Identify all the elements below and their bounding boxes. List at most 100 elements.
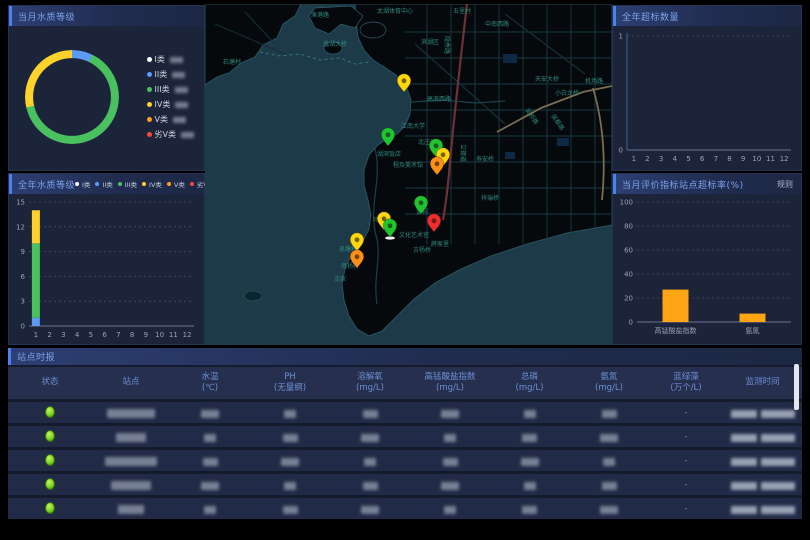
redacted-value <box>363 410 378 418</box>
map-place-label: 高浪西路 <box>427 95 451 103</box>
svg-text:4: 4 <box>673 155 678 163</box>
legend-item[interactable]: I类 <box>147 54 194 65</box>
col-temp: 水温(℃) <box>170 372 250 394</box>
redacted-value <box>524 482 536 490</box>
redacted-value <box>521 458 539 466</box>
cell-temp <box>170 499 250 518</box>
cell-tp <box>490 403 569 422</box>
panel-header: 全年水质等级 I类II类III类IV类V类劣V类 <box>9 174 204 194</box>
table-row[interactable]: - <box>8 402 802 423</box>
legend-label: 劣V类 <box>155 129 176 140</box>
svg-text:5: 5 <box>89 331 93 339</box>
map-place-label: 薛家里 <box>431 240 449 248</box>
cell-status <box>8 451 92 470</box>
svg-text:15: 15 <box>16 199 25 207</box>
svg-text:8: 8 <box>727 155 731 163</box>
cell-nh3n <box>569 499 649 518</box>
svg-text:1: 1 <box>34 331 38 339</box>
svg-text:9: 9 <box>741 155 745 163</box>
col-algae: 蓝绿藻(万个/L) <box>649 372 723 394</box>
cell-time <box>723 499 802 518</box>
map-place-label: 沈家 <box>334 275 346 283</box>
svg-text:1: 1 <box>632 155 636 163</box>
redacted-value <box>175 102 188 108</box>
cell-algae: - <box>649 456 723 465</box>
map-place-label: 程及美术馆 <box>393 161 423 169</box>
svg-text:6: 6 <box>21 273 26 281</box>
legend-item[interactable]: V类 <box>147 114 194 125</box>
col-do: 溶解氧(mg/L) <box>330 372 410 394</box>
map-patch <box>503 54 517 63</box>
map-place-label: 太湖体育中心 <box>377 7 413 15</box>
redacted-value <box>111 481 151 490</box>
redacted-value <box>170 57 183 63</box>
col-time: 监测时间 <box>723 377 802 388</box>
panel-year-quality: 全年水质等级 I类II类III类IV类V类劣V类 036912151234567… <box>8 173 205 345</box>
map-patch <box>505 152 515 159</box>
rules-link[interactable]: 规则 <box>777 179 793 190</box>
redacted-value <box>364 458 376 466</box>
svg-text:5: 5 <box>686 155 690 163</box>
legend-item[interactable]: IV类 <box>142 179 162 189</box>
table-row[interactable]: - <box>8 426 802 447</box>
redacted-value <box>602 410 617 418</box>
redacted-value <box>731 482 757 490</box>
legend-item[interactable]: III类 <box>118 179 137 189</box>
legend-item[interactable]: V类 <box>167 179 185 189</box>
status-dot-green <box>45 502 55 514</box>
col-tp: 总磷(mg/L) <box>490 372 569 394</box>
cell-do <box>330 427 410 446</box>
map-place-label: 隐秀路 <box>443 36 451 54</box>
redacted-value <box>107 409 155 418</box>
redacted-value <box>441 410 459 418</box>
legend-label: III类 <box>125 179 137 189</box>
legend-item[interactable]: 劣V类 <box>147 129 194 140</box>
legend-label: III类 <box>155 84 170 95</box>
legend-item[interactable]: IV类 <box>147 99 194 110</box>
table-row[interactable]: - <box>8 498 802 519</box>
map-place-label: 古杨桥 <box>413 246 431 254</box>
cell-codmn <box>410 475 490 494</box>
svg-text:20: 20 <box>624 295 633 303</box>
legend-item[interactable]: II类 <box>147 69 194 80</box>
redacted-value <box>204 434 216 442</box>
legend-label: II类 <box>102 179 112 189</box>
dashboard-root: 当月水质等级 I类II类III类IV类V类劣V类 全年水质等级 I类II类III… <box>0 0 810 540</box>
svg-text:40: 40 <box>624 271 633 279</box>
cell-codmn <box>410 499 490 518</box>
svg-text:3: 3 <box>21 298 25 306</box>
map[interactable]: 石塘村渔港路太湖体育中心五里村中南西路隐秀路滨湖区高浪西路蠡湖大桥江南大学北庄桥… <box>205 4 612 345</box>
map-place-label: 天安大桥 <box>535 75 559 83</box>
redacted-value <box>281 458 299 466</box>
legend-item[interactable]: I类 <box>75 179 90 189</box>
svg-text:12: 12 <box>183 331 192 339</box>
panel-title: 当月水质等级 <box>12 10 75 23</box>
redacted-value <box>284 482 296 490</box>
cell-temp <box>170 451 250 470</box>
cell-nh3n <box>569 451 649 470</box>
table-scrollbar-thumb[interactable] <box>794 364 799 410</box>
cell-time <box>723 475 802 494</box>
panel-title: 全年超标数量 <box>616 10 679 23</box>
panel-month-quality: 当月水质等级 I类 II类 III类 IV类 V类劣V类 <box>8 5 205 171</box>
cell-algae: - <box>649 480 723 489</box>
redacted-value <box>522 506 537 514</box>
cell-do <box>330 499 410 518</box>
table-row[interactable]: - <box>8 474 802 495</box>
panel-month-rate: 当月评价指标站点超标率(%) 规则 020406080100高锰酸盐指数氨氮 <box>612 173 802 345</box>
svg-text:10: 10 <box>752 155 761 163</box>
svg-text:6: 6 <box>102 331 107 339</box>
map-place-label: 蠡湖大桥 <box>323 40 347 48</box>
legend-item[interactable]: II类 <box>95 179 112 189</box>
svg-text:12: 12 <box>780 155 789 163</box>
redacted-value <box>524 410 536 418</box>
redacted-value <box>172 72 185 78</box>
panel-header: 当月评价指标站点超标率(%) 规则 <box>613 174 801 194</box>
redacted-value <box>361 434 379 442</box>
table-row[interactable]: - <box>8 450 802 471</box>
redacted-value <box>761 434 795 442</box>
redacted-value <box>600 506 618 514</box>
year-exceed-chart: 01123456789101112 <box>613 26 801 166</box>
legend-item[interactable]: III类 <box>147 84 194 95</box>
redacted-value <box>361 506 379 514</box>
